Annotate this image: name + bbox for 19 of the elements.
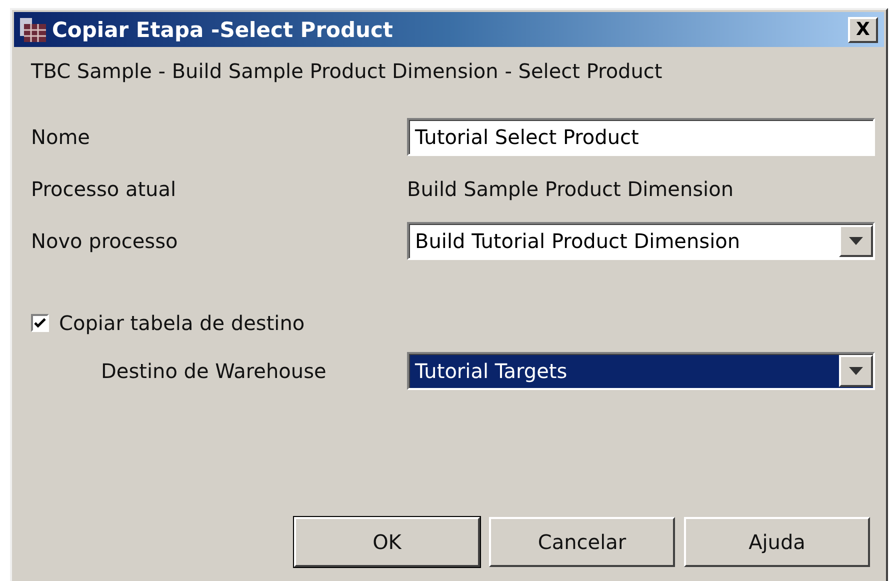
input-field[interactable]: Tutorial Select Product <box>407 118 875 156</box>
dropdown-arrow-icon <box>849 367 863 375</box>
window-title: Copiar Etapa -Select Product <box>52 18 394 42</box>
step-path: TBC Sample - Build Sample Product Dimension - Select Product <box>31 59 664 83</box>
field-label: Destino de Warehouse <box>101 359 328 383</box>
dialog-button[interactable]: Ajuda <box>684 517 870 567</box>
close-button[interactable]: X <box>848 16 878 42</box>
dialog-button[interactable]: OK <box>294 517 480 567</box>
field-value: Build Sample Product Dimension <box>407 177 735 201</box>
dropdown[interactable]: Tutorial Targets <box>407 352 875 390</box>
dropdown[interactable]: Build Tutorial Product Dimension <box>407 222 875 260</box>
checkbox-label: Copiar tabela de destino <box>59 311 305 335</box>
field-label: Nome <box>31 125 91 149</box>
dropdown-arrow-icon <box>849 237 863 245</box>
table-icon <box>18 16 48 44</box>
dialog-button[interactable]: Cancelar <box>489 517 675 567</box>
field-label: Processo atual <box>31 177 178 201</box>
checkbox[interactable] <box>31 314 49 332</box>
field-label: Novo processo <box>31 229 179 253</box>
